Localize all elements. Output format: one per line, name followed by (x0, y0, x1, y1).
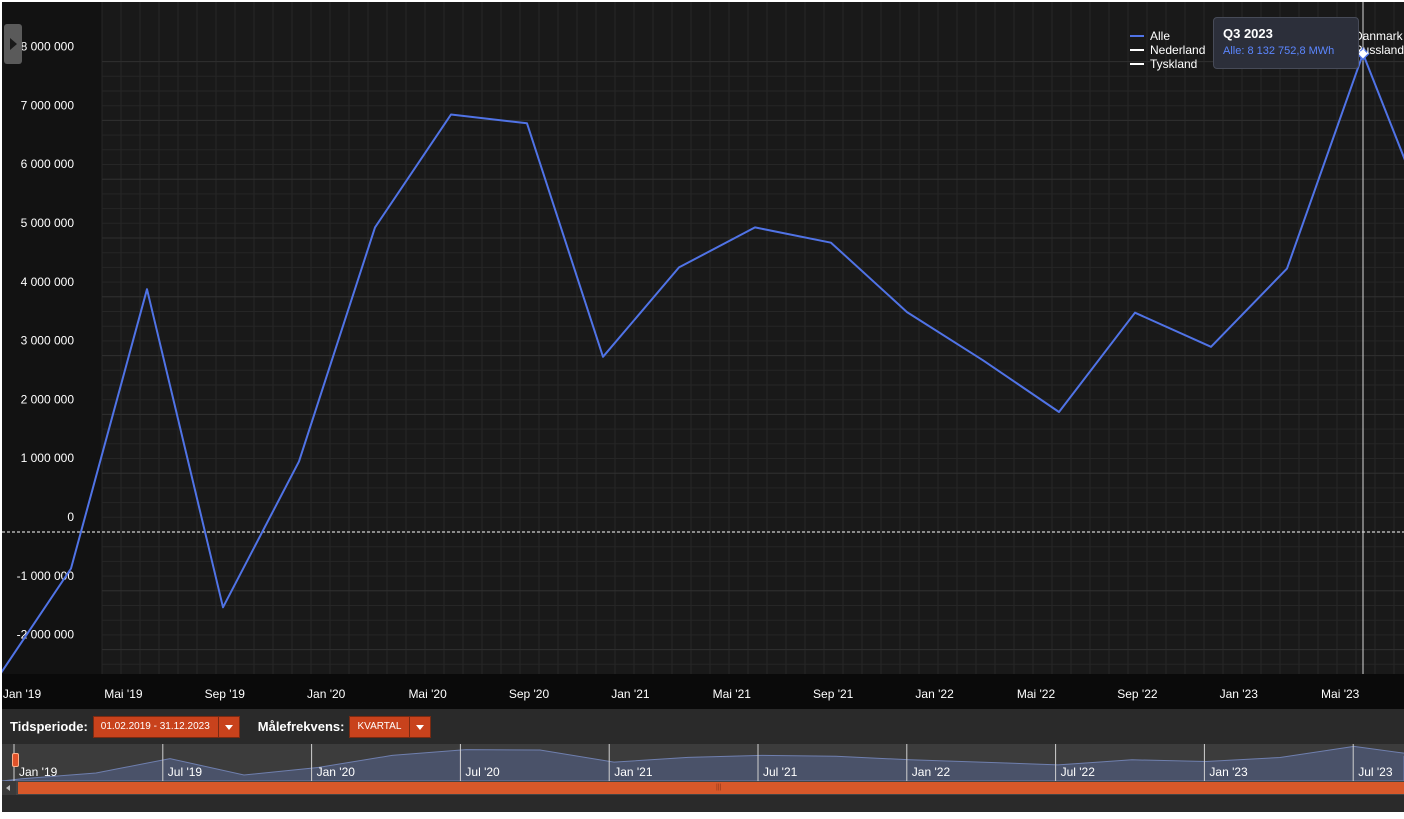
y-tick-label: 8 000 000 (21, 40, 75, 54)
x-tick-label: Mai '20 (408, 687, 447, 701)
navigator-label: Jan '22 (912, 765, 951, 779)
legend-label-alle: Alle (1150, 29, 1171, 43)
legend-label-tyskland: Tyskland (1150, 57, 1198, 71)
chart-app: -2 000 000 -1 000 000 0 1 000 000 2 000 000 3… (2, 2, 1404, 812)
x-tick-label: Sep '22 (1117, 687, 1158, 701)
legend-item-danmark[interactable]: Danmark (1354, 29, 1404, 43)
grip-icon: ||| (716, 784, 722, 791)
legend-swatch-tyskland (1130, 63, 1144, 65)
panel-toggle-button[interactable] (4, 24, 22, 64)
frequency-label: Målefrekvens: (257, 719, 345, 734)
range-navigator[interactable]: Jan '19 Jul '19 Jan '20 Jul '20 Jan '21 Jul '… (2, 744, 1404, 781)
x-tick-label: Mai '23 (1321, 687, 1360, 701)
navigator-chart: Jan '19 Jul '19 Jan '20 Jul '20 Jan '21 Jul '… (2, 744, 1404, 781)
navigator-label: Jan '21 (614, 765, 653, 779)
x-tick-label: Sep '20 (509, 687, 550, 701)
x-tick-label: Mai '19 (104, 687, 143, 701)
y-tick-label: 7 000 000 (21, 98, 75, 112)
tooltip-value: Alle: 8 132 752,8 MWh (1223, 45, 1335, 57)
legend-column-2: Danmark Russland (1354, 29, 1404, 57)
legend-swatch-alle (1130, 35, 1144, 37)
legend-item-tyskland[interactable]: Tyskland (1130, 57, 1205, 71)
navigator-label: Jul '21 (763, 765, 798, 779)
tooltip-title: Q3 2023 (1223, 26, 1273, 41)
period-dropdown[interactable]: 01.02.2019 - 31.12.2023 (92, 715, 240, 738)
period-value: 01.02.2019 - 31.12.2023 (100, 721, 210, 732)
legend-item-russland[interactable]: Russland (1354, 43, 1404, 57)
y-tick-label: 0 (67, 510, 74, 524)
x-tick-label: Jan '22 (915, 687, 954, 701)
x-tick-label: Jan '23 (1220, 687, 1259, 701)
footer-band (2, 795, 1404, 812)
y-tick-label: 4 000 000 (21, 275, 75, 289)
legend-label-danmark: Danmark (1354, 29, 1403, 43)
navigator-left-handle[interactable] (12, 753, 19, 767)
navigator-label: Jan '20 (317, 765, 356, 779)
navigator-label: Jan '23 (1209, 765, 1248, 779)
x-tick-label: Mai '22 (1017, 687, 1056, 701)
legend-label-nederland: Nederland (1150, 43, 1206, 57)
x-tick-label: Jan '19 (3, 687, 42, 701)
legend-label-russland: Russland (1354, 43, 1404, 57)
x-tick-label: Mai '21 (713, 687, 752, 701)
y-tick-label: -2 000 000 (17, 628, 75, 642)
scrollbar-thumb[interactable]: ||| (18, 782, 1404, 794)
legend-item-alle[interactable]: Alle (1130, 29, 1205, 43)
y-tick-label: 5 000 000 (21, 216, 75, 230)
navigator-label: Jul '22 (1061, 765, 1096, 779)
y-tick-label: 6 000 000 (21, 157, 75, 171)
legend-swatch-nederland (1130, 49, 1144, 51)
navigator-label: Jul '19 (168, 765, 203, 779)
tooltip: Q3 2023 Alle: 8 132 752,8 MWh (1213, 17, 1359, 69)
main-chart: -2 000 000-1 000 00001 000 0002 000 0003… (2, 2, 1404, 709)
navigator-area (2, 745, 1404, 781)
x-tick-label: Sep '21 (813, 687, 854, 701)
legend-item-nederland[interactable]: Nederland (1130, 43, 1205, 57)
frequency-dropdown[interactable]: KVARTAL (349, 715, 432, 738)
chevron-down-icon (409, 716, 430, 737)
y-tick-label: 1 000 000 (21, 451, 75, 465)
navigator-label: Jul '23 (1358, 765, 1393, 779)
frequency-value: KVARTAL (357, 721, 402, 732)
x-tick-label: Sep '19 (205, 687, 246, 701)
y-tick-label: 2 000 000 (21, 392, 75, 406)
x-tick-label: Jan '20 (307, 687, 346, 701)
y-tick-label: 3 000 000 (21, 334, 75, 348)
plot-area (102, 2, 1404, 674)
scroll-left-arrow-icon[interactable] (2, 781, 16, 795)
legend: Alle Nederland Tyskland (1130, 29, 1205, 71)
controls-bar: Tidsperiode: 01.02.2019 - 31.12.2023 Mål… (2, 709, 1404, 744)
scrollbar[interactable]: ||| (2, 781, 1404, 795)
x-tick-label: Jan '21 (611, 687, 650, 701)
period-label: Tidsperiode: (10, 719, 88, 734)
navigator-label: Jan '19 (19, 765, 58, 779)
expand-arrow-icon (10, 38, 17, 50)
navigator-label: Jul '20 (465, 765, 500, 779)
chevron-down-icon (217, 716, 239, 737)
